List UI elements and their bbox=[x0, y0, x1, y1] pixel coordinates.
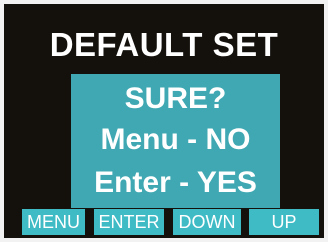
confirm-dialog: SURE? Menu - NO Enter - YES bbox=[71, 74, 280, 208]
menu-softkey[interactable]: MENU bbox=[22, 209, 85, 235]
device-frame: DEFAULT SET SURE? Menu - NO Enter - YES … bbox=[0, 0, 328, 242]
enter-yes-hint: Enter - YES bbox=[94, 166, 257, 199]
confirm-question: SURE? bbox=[124, 82, 227, 115]
lcd-display: DEFAULT SET SURE? Menu - NO Enter - YES bbox=[4, 4, 324, 238]
enter-softkey[interactable]: ENTER bbox=[94, 209, 164, 235]
menu-no-hint: Menu - NO bbox=[100, 123, 251, 156]
up-softkey[interactable]: UP bbox=[249, 209, 319, 235]
down-softkey[interactable]: DOWN bbox=[173, 209, 241, 235]
screen-title: DEFAULT SET bbox=[49, 26, 279, 63]
